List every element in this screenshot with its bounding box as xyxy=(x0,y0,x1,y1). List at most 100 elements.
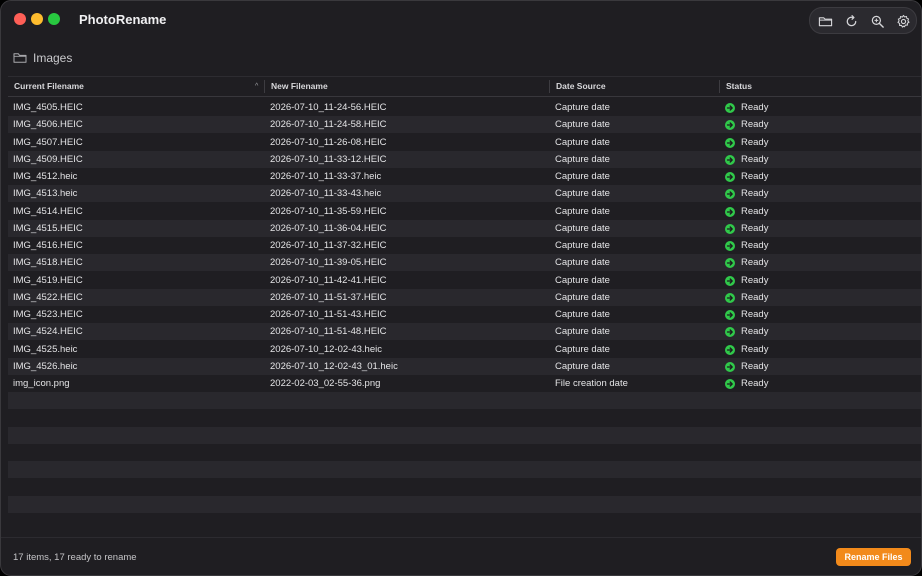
status-cell: Ready xyxy=(741,136,769,148)
table-row[interactable]: IMG_4507.HEIC 2026-07-10_11-26-08.HEIC Cap… xyxy=(8,134,921,151)
status-cell: Ready xyxy=(741,291,769,303)
empty-row xyxy=(8,392,921,410)
new-filename-cell: 2026-07-10_11-33-37.heic xyxy=(270,171,382,182)
new-filename-cell: 2026-07-10_11-33-12.HEIC xyxy=(270,153,387,165)
zoom-button[interactable] xyxy=(868,12,886,30)
new-filename-cell: 2022-02-03_02-55-36.png xyxy=(270,378,381,389)
table-row[interactable]: IMG_4506.HEIC 2026-07-10_11-24-58.HEIC Cap… xyxy=(8,116,921,134)
table-row[interactable]: IMG_4522.HEIC 2026-07-10_11-51-37.HEIC Cap… xyxy=(8,288,921,306)
app-title: PhotoRename xyxy=(79,12,167,27)
open-folder-button[interactable] xyxy=(816,12,834,30)
titlebar: PhotoRename xyxy=(1,1,921,39)
ready-status-icon xyxy=(725,344,735,355)
table-row[interactable]: IMG_4505.HEIC 2026-07-10_11-24-56.HEIC Cap… xyxy=(8,99,921,116)
settings-button[interactable] xyxy=(894,12,912,30)
current-filename-cell: IMG_4526.heic xyxy=(13,360,78,372)
minimize-window-button[interactable] xyxy=(31,13,43,25)
zoom-window-button[interactable] xyxy=(48,13,60,25)
status-cell: Ready xyxy=(741,102,769,113)
current-filename-cell: IMG_4516.HEIC xyxy=(13,240,83,251)
table-row[interactable]: IMG_4526.heic 2026-07-10_12-02-43_01.heic… xyxy=(8,357,921,375)
status-cell: Ready xyxy=(741,360,769,372)
column-header-status[interactable]: Status xyxy=(726,77,752,96)
close-window-button[interactable] xyxy=(14,13,26,25)
status-cell: Ready xyxy=(741,378,769,389)
status-cell: Ready xyxy=(741,171,769,182)
column-header-current-filename[interactable]: Current Filename xyxy=(14,77,84,96)
refresh-button[interactable] xyxy=(842,12,860,30)
folder-icon xyxy=(13,53,27,63)
empty-row xyxy=(8,495,921,513)
table-row[interactable]: img_icon.png 2022-02-03_02-55-36.png File … xyxy=(8,375,921,392)
ready-status-icon xyxy=(725,241,735,251)
new-filename-cell: 2026-07-10_11-51-48.HEIC xyxy=(270,326,387,338)
current-filename-cell: img_icon.png xyxy=(13,378,70,389)
current-filename-cell: IMG_4509.HEIC xyxy=(13,153,83,165)
table-row[interactable]: IMG_4514.HEIC 2026-07-10_11-35-59.HEIC Cap… xyxy=(8,203,921,220)
ready-status-icon xyxy=(725,206,735,217)
status-cell: Ready xyxy=(741,222,769,234)
new-filename-cell: 2026-07-10_11-24-58.HEIC xyxy=(270,119,387,131)
column-header-date-source[interactable]: Date Source xyxy=(556,77,606,96)
table-row[interactable]: IMG_4513.heic 2026-07-10_11-33-43.heic Cap… xyxy=(8,185,921,203)
folder-path-control[interactable]: Images xyxy=(13,49,72,67)
toolbar xyxy=(809,7,917,34)
date-source-cell: Capture date xyxy=(555,257,610,269)
ready-status-icon xyxy=(725,292,735,303)
date-source-cell: Capture date xyxy=(555,309,610,320)
date-source-cell: Capture date xyxy=(555,360,610,372)
column-divider[interactable] xyxy=(264,80,265,93)
date-source-cell: Capture date xyxy=(555,291,610,303)
folder-name: Images xyxy=(33,51,73,65)
new-filename-cell: 2026-07-10_12-02-43_01.heic xyxy=(270,360,398,372)
table-row[interactable]: IMG_4525.heic 2026-07-10_12-02-43.heic Cap… xyxy=(8,341,921,358)
new-filename-cell: 2026-07-10_11-33-43.heic xyxy=(270,188,382,200)
ready-status-icon xyxy=(725,275,735,286)
current-filename-cell: IMG_4507.HEIC xyxy=(13,136,83,148)
table-row[interactable]: IMG_4523.HEIC 2026-07-10_11-51-43.HEIC Cap… xyxy=(8,306,921,323)
new-filename-cell: 2026-07-10_11-51-43.HEIC xyxy=(270,309,387,320)
date-source-cell: Capture date xyxy=(555,274,610,286)
new-filename-cell: 2026-07-10_11-42-41.HEIC xyxy=(270,274,387,286)
ready-status-icon xyxy=(725,120,735,131)
current-filename-cell: IMG_4519.HEIC xyxy=(13,274,83,286)
ready-status-icon xyxy=(725,172,735,182)
column-divider[interactable] xyxy=(719,80,720,93)
table-row[interactable]: IMG_4524.HEIC 2026-07-10_11-51-48.HEIC Cap… xyxy=(8,323,921,341)
footer-bar: 17 items, 17 ready to rename Rename File… xyxy=(1,537,921,575)
sort-ascending-icon: ^ xyxy=(255,83,259,90)
empty-row xyxy=(8,410,921,427)
table-row[interactable]: IMG_4518.HEIC 2026-07-10_11-39-05.HEIC Cap… xyxy=(8,254,921,272)
table-row[interactable]: IMG_4515.HEIC 2026-07-10_11-36-04.HEIC Cap… xyxy=(8,219,921,237)
new-filename-cell: 2026-07-10_11-26-08.HEIC xyxy=(270,136,387,148)
status-cell: Ready xyxy=(741,153,769,165)
gear-icon xyxy=(896,14,910,28)
new-filename-cell: 2026-07-10_11-51-37.HEIC xyxy=(270,291,387,303)
refresh-icon xyxy=(846,14,856,26)
date-source-cell: Capture date xyxy=(555,188,610,200)
table-row[interactable]: IMG_4509.HEIC 2026-07-10_11-33-12.HEIC Cap… xyxy=(8,150,921,168)
new-filename-cell: 2026-07-10_11-36-04.HEIC xyxy=(270,222,387,234)
new-filename-cell: 2026-07-10_11-39-05.HEIC xyxy=(270,257,387,269)
status-cell: Ready xyxy=(741,240,769,251)
date-source-cell: Capture date xyxy=(555,119,610,131)
table-row[interactable]: IMG_4519.HEIC 2026-07-10_11-42-41.HEIC Cap… xyxy=(8,272,921,289)
date-source-cell: Capture date xyxy=(555,205,610,217)
date-source-cell: Capture date xyxy=(555,222,610,234)
rename-files-button[interactable]: Rename Files xyxy=(836,548,911,566)
current-filename-cell: IMG_4525.heic xyxy=(13,343,78,355)
current-filename-cell: IMG_4523.HEIC xyxy=(13,309,83,320)
current-filename-cell: IMG_4518.HEIC xyxy=(13,257,83,269)
ready-status-icon xyxy=(725,223,735,234)
table-row[interactable]: IMG_4516.HEIC 2026-07-10_11-37-32.HEIC Cap… xyxy=(8,237,921,254)
files-table: Current Filename ^ New Filename Date Sou… xyxy=(8,76,921,536)
date-source-cell: Capture date xyxy=(555,343,610,355)
date-source-cell: Capture date xyxy=(555,240,610,251)
current-filename-cell: IMG_4524.HEIC xyxy=(13,326,83,338)
table-row[interactable]: IMG_4512.heic 2026-07-10_11-33-37.heic Cap… xyxy=(8,168,921,185)
column-header-new-filename[interactable]: New Filename xyxy=(271,77,328,96)
empty-row xyxy=(8,461,921,479)
status-cell: Ready xyxy=(741,326,769,338)
column-divider[interactable] xyxy=(549,80,550,93)
status-cell: Ready xyxy=(741,257,769,269)
